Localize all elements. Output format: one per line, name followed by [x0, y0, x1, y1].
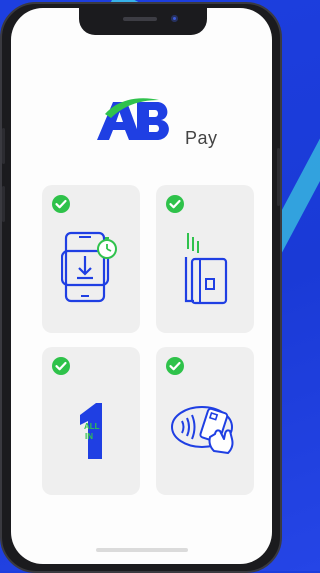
phone-power-button: [277, 148, 280, 206]
phone-side-button: [2, 128, 5, 164]
feature-card-card-reader[interactable]: [156, 185, 254, 333]
notch: [79, 8, 207, 35]
feature-card-contactless[interactable]: [156, 347, 254, 495]
contactless-card-tap-icon: [171, 406, 234, 454]
check-icon: [166, 357, 184, 375]
feature-card-all-in-one[interactable]: ALL IN: [42, 347, 140, 495]
svg-text:IN: IN: [85, 432, 93, 441]
card-reader-icon: [184, 233, 228, 305]
ab-pay-logo: Pay: [97, 96, 217, 148]
feature-card-mobile-download[interactable]: [42, 185, 140, 333]
check-icon: [52, 357, 70, 375]
check-icon: [52, 195, 70, 213]
svg-text:ALL: ALL: [84, 422, 100, 431]
check-icon: [166, 195, 184, 213]
phone-side-button: [2, 186, 5, 222]
home-indicator: [96, 548, 188, 552]
logo-pay-text: Pay: [185, 128, 218, 148]
speaker-grille: [123, 17, 157, 21]
front-camera: [171, 15, 178, 22]
phone-screen: Pay ALL IN: [11, 8, 272, 564]
all-in-one-icon: ALL IN: [80, 403, 102, 459]
mobile-download-timer-icon: [61, 231, 117, 303]
